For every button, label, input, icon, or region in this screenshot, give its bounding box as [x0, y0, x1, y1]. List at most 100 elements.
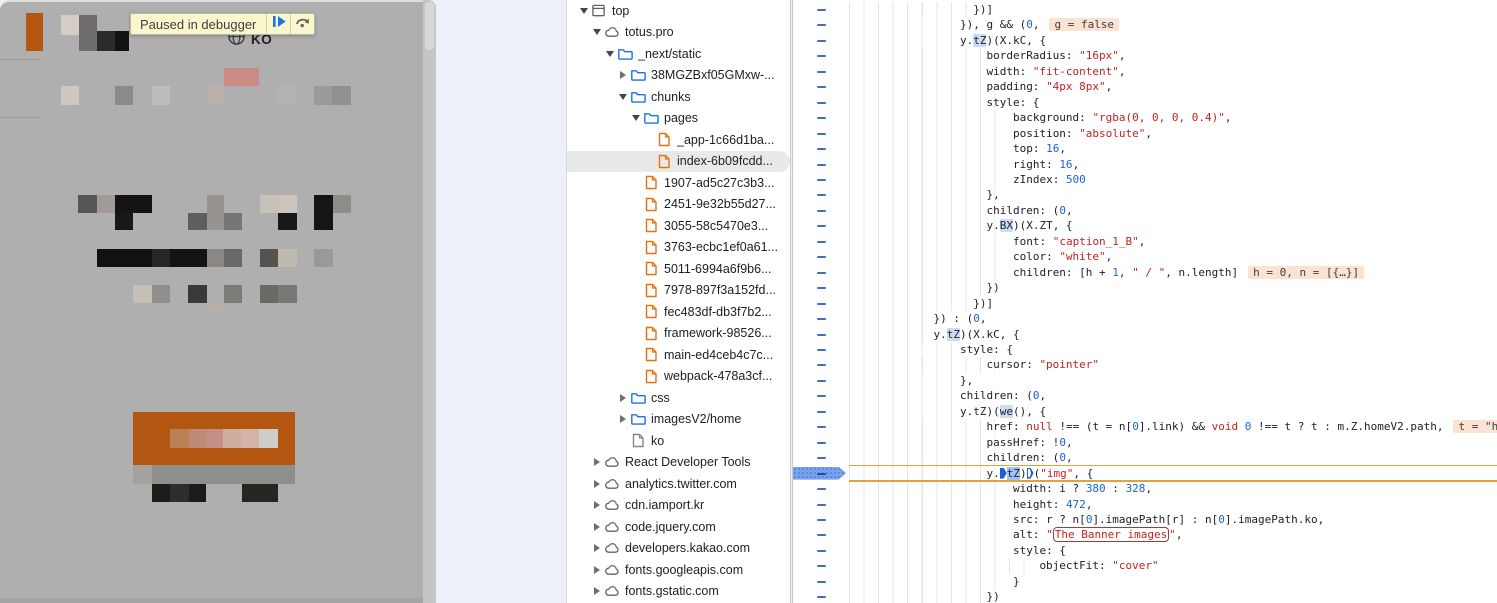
- disclosure-collapsed-icon[interactable]: [590, 523, 603, 531]
- tree-item-react-developer-tools[interactable]: React Developer Tools: [567, 452, 790, 474]
- gutter-line-marker[interactable]: [817, 272, 826, 274]
- gutter-line-marker[interactable]: [817, 364, 826, 366]
- step-target-filled-icon[interactable]: [1000, 468, 1007, 479]
- tree-item-3055-58c5470e3-[interactable]: 3055-58c5470e3...: [567, 215, 790, 237]
- disclosure-collapsed-icon[interactable]: [590, 480, 603, 488]
- code-line-28[interactable]: href: null !== (t = n[0].link) && void 0…: [793, 419, 1497, 434]
- tree-item-totus-pro[interactable]: totus.pro: [567, 22, 790, 44]
- code-line-24[interactable]: cursor: "pointer": [793, 357, 1497, 372]
- code-line-32[interactable]: width: i ? 380 : 328,: [793, 481, 1497, 496]
- code-line-9[interactable]: position: "absolute",: [793, 126, 1497, 141]
- tree-item-5011-6994a6f9b6-[interactable]: 5011-6994a6f9b6...: [567, 258, 790, 280]
- code-line-11[interactable]: right: 16,: [793, 157, 1497, 172]
- code-line-1[interactable]: })]: [793, 2, 1497, 17]
- disclosure-expanded-icon[interactable]: [603, 51, 616, 57]
- gutter-line-marker[interactable]: [817, 426, 826, 428]
- code-line-13[interactable]: },: [793, 187, 1497, 202]
- gutter-line-marker[interactable]: [817, 24, 826, 26]
- code-line-5[interactable]: width: "fit-content",: [793, 64, 1497, 79]
- gutter-line-marker[interactable]: [817, 303, 826, 305]
- code-line-34[interactable]: src: r ? n[0].imagePath[r] : n[0].imageP…: [793, 512, 1497, 527]
- code-line-37[interactable]: objectFit: "cover": [793, 558, 1497, 573]
- gutter-line-marker[interactable]: [817, 411, 826, 413]
- code-line-18[interactable]: children: [h + 1, " / ", n.length]h = 0,…: [793, 265, 1497, 280]
- code-line-17[interactable]: color: "white",: [793, 249, 1497, 264]
- code-line-6[interactable]: padding: "4px 8px",: [793, 79, 1497, 94]
- gutter-line-marker[interactable]: [817, 457, 826, 459]
- gutter-line-marker[interactable]: [817, 225, 826, 227]
- tree-item-2451-9e32b55d27-[interactable]: 2451-9e32b55d27...: [567, 194, 790, 216]
- tree-item-38mgzbxf05gmxw-[interactable]: 38MGZBxf05GMxw-...: [567, 65, 790, 87]
- tree-item-1907-ad5c27c3b3-[interactable]: 1907-ad5c27c3b3...: [567, 172, 790, 194]
- tree-item-framework-98526-[interactable]: framework-98526...: [567, 323, 790, 345]
- disclosure-collapsed-icon[interactable]: [616, 394, 629, 402]
- tree-item-main-ed4ceb4c7c-[interactable]: main-ed4ceb4c7c...: [567, 344, 790, 366]
- code-line-39[interactable]: }): [793, 589, 1497, 603]
- tree-item--next-static[interactable]: _next/static: [567, 43, 790, 65]
- disclosure-collapsed-icon[interactable]: [616, 71, 629, 79]
- tree-item-developers-kakao-com[interactable]: developers.kakao.com: [567, 538, 790, 560]
- disclosure-collapsed-icon[interactable]: [590, 458, 603, 466]
- gutter-line-marker[interactable]: [817, 164, 826, 166]
- disclosure-collapsed-icon[interactable]: [590, 566, 603, 574]
- gutter-line-marker[interactable]: [817, 596, 826, 598]
- gutter-line-marker[interactable]: [817, 256, 826, 258]
- gutter-line-marker[interactable]: [817, 565, 826, 567]
- step-target-outline-icon[interactable]: [1027, 468, 1034, 479]
- tree-item--app-1c66d1ba-[interactable]: _app-1c66d1ba...: [567, 129, 790, 151]
- code-line-35[interactable]: alt: "The Banner images",: [793, 527, 1497, 542]
- tree-item-index-6b09fcdd-[interactable]: index-6b09fcdd...: [567, 151, 790, 173]
- gutter-line-marker[interactable]: [817, 194, 826, 196]
- tree-item-analytics-twitter-com[interactable]: analytics.twitter.com: [567, 473, 790, 495]
- disclosure-collapsed-icon[interactable]: [590, 501, 603, 509]
- gutter-line-marker[interactable]: [817, 148, 826, 150]
- gutter-line-marker[interactable]: [817, 55, 826, 57]
- code-line-10[interactable]: top: 16,: [793, 141, 1497, 156]
- gutter-line-marker[interactable]: [817, 380, 826, 382]
- code-line-25[interactable]: },: [793, 373, 1497, 388]
- gutter-line-marker[interactable]: [817, 334, 826, 336]
- code-line-38[interactable]: }: [793, 574, 1497, 589]
- gutter-line-marker[interactable]: [817, 318, 826, 320]
- gutter-line-marker[interactable]: [817, 241, 826, 243]
- gutter-line-marker[interactable]: [817, 71, 826, 73]
- step-over-button[interactable]: [291, 14, 314, 34]
- code-line-15[interactable]: y.BX)(X.ZT, {: [793, 218, 1497, 233]
- disclosure-expanded-icon[interactable]: [577, 8, 590, 14]
- tree-item-fonts-gstatic-com[interactable]: fonts.gstatic.com: [567, 581, 790, 603]
- tree-item-7978-897f3a152fd-[interactable]: 7978-897f3a152fd...: [567, 280, 790, 302]
- code-line-2[interactable]: }), g && (0,g = false: [793, 17, 1497, 32]
- code-line-30[interactable]: children: (0,: [793, 450, 1497, 465]
- code-line-4[interactable]: borderRadius: "16px",: [793, 48, 1497, 63]
- gutter-line-marker[interactable]: [817, 519, 826, 521]
- gutter-line-marker[interactable]: [817, 395, 826, 397]
- disclosure-expanded-icon[interactable]: [616, 94, 629, 100]
- gutter-line-marker[interactable]: [817, 210, 826, 212]
- code-line-8[interactable]: background: "rgba(0, 0, 0, 0.4)",: [793, 110, 1497, 125]
- disclosure-collapsed-icon[interactable]: [616, 415, 629, 423]
- disclosure-collapsed-icon[interactable]: [590, 544, 603, 552]
- gutter-line-marker[interactable]: [817, 581, 826, 583]
- code-line-20[interactable]: })]: [793, 296, 1497, 311]
- gutter-line-marker[interactable]: [817, 179, 826, 181]
- disclosure-expanded-icon[interactable]: [590, 29, 603, 35]
- disclosure-collapsed-icon[interactable]: [590, 587, 603, 595]
- gutter-line-marker[interactable]: [817, 117, 826, 119]
- code-line-21[interactable]: }) : (0,: [793, 311, 1497, 326]
- tree-item-pages[interactable]: pages: [567, 108, 790, 130]
- disclosure-expanded-icon[interactable]: [629, 115, 642, 121]
- tree-item-webpack-478a3cf-[interactable]: webpack-478a3cf...: [567, 366, 790, 388]
- gutter-line-marker[interactable]: [817, 86, 826, 88]
- code-line-33[interactable]: height: 472,: [793, 497, 1497, 512]
- tree-item-css[interactable]: css: [567, 387, 790, 409]
- code-line-27[interactable]: y.tZ)(we(), {: [793, 404, 1497, 419]
- tree-item-chunks[interactable]: chunks: [567, 86, 790, 108]
- code-line-19[interactable]: }): [793, 280, 1497, 295]
- code-line-23[interactable]: style: {: [793, 342, 1497, 357]
- code-line-16[interactable]: font: "caption_1_B",: [793, 234, 1497, 249]
- code-line-7[interactable]: style: {: [793, 95, 1497, 110]
- gutter-line-marker[interactable]: [817, 102, 826, 104]
- gutter-line-marker[interactable]: [817, 349, 826, 351]
- gutter-line-marker[interactable]: [817, 287, 826, 289]
- tree-item-ko[interactable]: ko: [567, 430, 790, 452]
